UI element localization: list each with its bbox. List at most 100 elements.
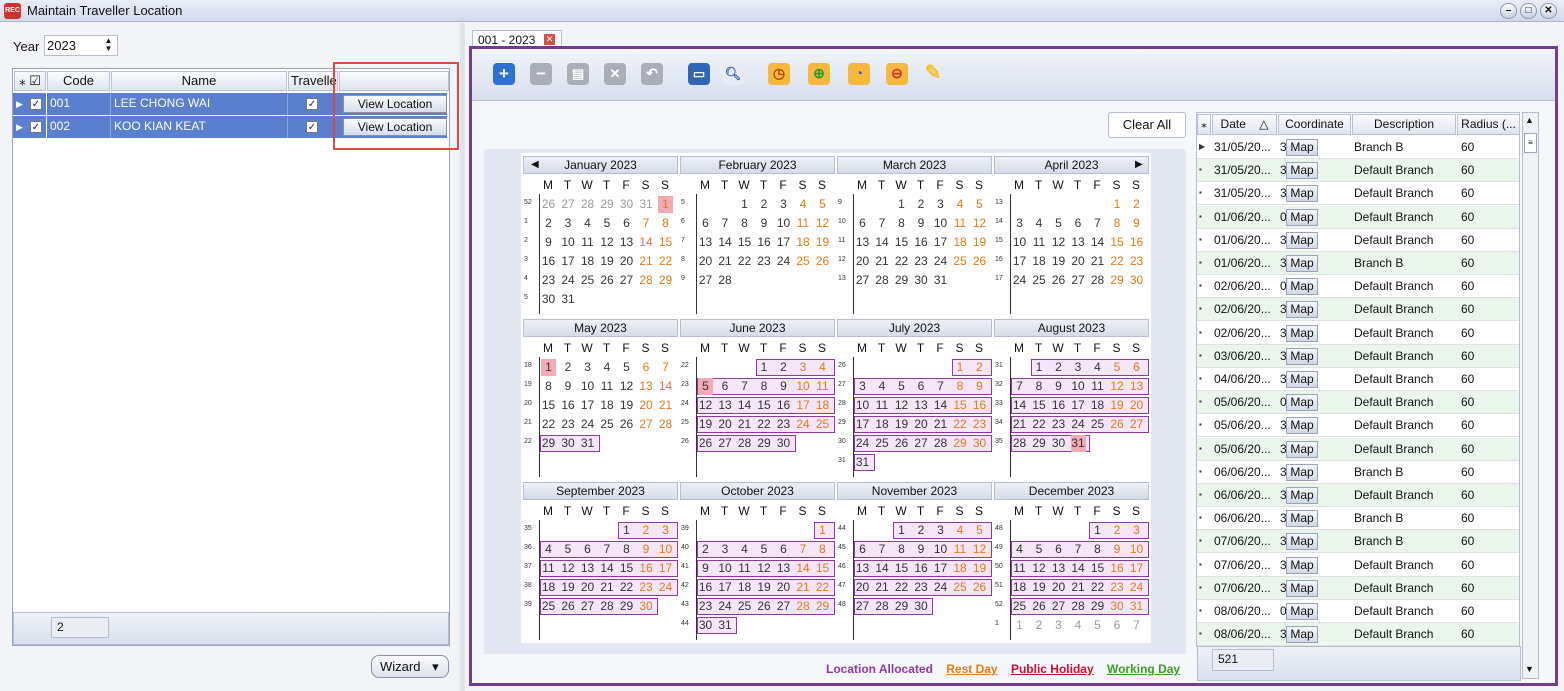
day-cell[interactable]: 28 [796, 598, 811, 615]
day-cell[interactable]: 4 [580, 215, 595, 232]
day-cell[interactable]: 22 [894, 579, 909, 596]
day-cell[interactable]: 18 [953, 560, 968, 577]
day-cell[interactable]: 13 [1129, 378, 1144, 395]
day-cell[interactable]: 10 [855, 397, 870, 414]
day-cell[interactable]: 13 [855, 560, 870, 577]
day-cell[interactable]: 11 [1090, 378, 1105, 395]
day-cell[interactable]: 1 [1110, 196, 1125, 213]
day-cell[interactable]: 16 [914, 560, 929, 577]
table-row[interactable]: ▪ 08/06/20... 3.10... Map Default Branch… [1197, 623, 1519, 647]
day-cell[interactable]: 19 [1032, 579, 1047, 596]
day-cell[interactable]: 6 [1071, 215, 1086, 232]
day-cell[interactable]: 31 [933, 272, 948, 289]
table-row[interactable]: ▪ 07/06/20... 3.10... Map Branch B 60 [1197, 530, 1519, 554]
map-button[interactable]: Map [1286, 231, 1318, 249]
map-button[interactable]: Map [1286, 510, 1318, 528]
table-row[interactable]: ▪ 02/06/20... 0, 0 Map Default Branch 60 [1197, 275, 1519, 299]
map-button[interactable]: Map [1286, 556, 1318, 574]
day-cell[interactable]: 28 [718, 272, 733, 289]
day-cell[interactable]: 24 [580, 416, 595, 433]
edit-clock-icon[interactable]: ◔ [848, 63, 870, 85]
day-cell[interactable]: 8 [1090, 541, 1105, 558]
day-cell[interactable]: 14 [933, 397, 948, 414]
day-cell[interactable]: 16 [698, 579, 713, 596]
day-cell[interactable]: 29 [1090, 598, 1105, 615]
day-cell[interactable]: 17 [933, 560, 948, 577]
day-cell[interactable]: 2 [1032, 617, 1047, 634]
day-cell[interactable]: 18 [1032, 253, 1047, 270]
day-cell[interactable]: 20 [1071, 253, 1086, 270]
day-cell[interactable]: 5 [619, 359, 634, 376]
clock-icon[interactable]: ◷ [768, 63, 790, 85]
day-cell[interactable]: 25 [1090, 416, 1105, 433]
scroll-up-icon[interactable]: ▲ [1525, 115, 1534, 125]
day-cell[interactable]: 17 [580, 397, 595, 414]
day-cell[interactable]: 28 [580, 196, 595, 213]
day-cell[interactable]: 26 [1051, 272, 1066, 289]
map-button[interactable]: Map [1286, 394, 1318, 412]
map-button[interactable]: Map [1286, 626, 1318, 644]
day-cell[interactable]: 23 [1051, 416, 1066, 433]
day-cell[interactable]: 2 [972, 359, 987, 376]
table-row[interactable]: ▪ 02/06/20... 3.10... Map Default Branch… [1197, 322, 1519, 345]
map-button[interactable]: Map [1286, 579, 1318, 597]
day-cell[interactable]: 14 [639, 234, 654, 251]
day-cell[interactable]: 15 [894, 560, 909, 577]
day-cell[interactable]: 10 [561, 234, 576, 251]
day-cell[interactable]: 6 [1129, 359, 1144, 376]
day-cell[interactable]: 10 [933, 541, 948, 558]
day-cell[interactable]: 7 [718, 215, 733, 232]
day-cell[interactable]: 19 [894, 416, 909, 433]
day-cell[interactable]: 17 [776, 234, 791, 251]
day-cell[interactable]: 8 [953, 378, 968, 395]
day-cell[interactable]: 24 [1129, 579, 1144, 596]
day-cell[interactable]: 3 [1012, 215, 1027, 232]
day-cell[interactable]: 9 [914, 541, 929, 558]
day-cell[interactable]: 21 [933, 416, 948, 433]
day-cell[interactable]: 6 [580, 541, 595, 558]
map-button[interactable]: Map [1286, 139, 1318, 156]
day-cell[interactable]: 31 [855, 454, 870, 471]
day-cell[interactable]: 11 [737, 560, 752, 577]
day-cell[interactable]: 7 [639, 215, 654, 232]
table-row[interactable]: ▪ 01/06/20... 0, 0 Map Default Branch 60 [1197, 205, 1519, 229]
day-cell[interactable]: 18 [1012, 579, 1027, 596]
day-cell[interactable]: 31 [561, 291, 576, 308]
day-cell[interactable]: 12 [561, 560, 576, 577]
day-cell[interactable]: 13 [914, 397, 929, 414]
day-cell[interactable]: 22 [757, 416, 772, 433]
day-cell[interactable]: 11 [953, 541, 968, 558]
day-cell[interactable]: 30 [1051, 435, 1066, 452]
day-cell[interactable]: 4 [737, 541, 752, 558]
day-cell[interactable]: 16 [561, 397, 576, 414]
day-cell[interactable]: 11 [796, 215, 811, 232]
day-cell[interactable]: 30 [619, 196, 634, 213]
day-cell[interactable]: 24 [1012, 272, 1027, 289]
table-row[interactable]: ▪ 07/06/20... 3.10... Map Default Branch… [1197, 576, 1519, 600]
day-cell[interactable]: 26 [600, 272, 615, 289]
day-cell[interactable]: 15 [757, 397, 772, 414]
map-button[interactable]: Map [1286, 255, 1318, 272]
day-cell[interactable]: 24 [855, 435, 870, 452]
day-cell[interactable]: 18 [541, 579, 556, 596]
table-row[interactable]: ▪ 05/06/20... 0, 0 Map Default Branch 60 [1197, 391, 1519, 415]
day-cell[interactable]: 30 [914, 272, 929, 289]
day-cell[interactable]: 5 [1110, 359, 1125, 376]
day-cell[interactable]: 6 [1110, 617, 1125, 634]
day-cell[interactable]: 3 [718, 541, 733, 558]
day-cell[interactable]: 6 [718, 378, 733, 395]
day-cell[interactable]: 25 [580, 272, 595, 289]
day-cell[interactable]: 31 [1070, 435, 1086, 452]
day-cell[interactable]: 6 [855, 541, 870, 558]
day-cell[interactable]: 24 [933, 253, 948, 270]
undo-icon[interactable]: ↶ [641, 63, 663, 85]
day-cell[interactable]: 6 [914, 378, 929, 395]
day-cell[interactable]: 11 [875, 397, 890, 414]
table-row[interactable]: ▪ 01/06/20... 3.10... Map Default Branch… [1197, 229, 1519, 252]
day-cell[interactable]: 17 [933, 234, 948, 251]
day-cell[interactable]: 24 [776, 253, 791, 270]
day-cell[interactable]: 5 [815, 196, 830, 213]
day-cell[interactable]: 18 [875, 416, 890, 433]
save-icon[interactable]: ▤ [567, 63, 589, 85]
table-row[interactable]: ▪ 31/05/20... 3.10... Map Default Branch… [1197, 182, 1519, 206]
